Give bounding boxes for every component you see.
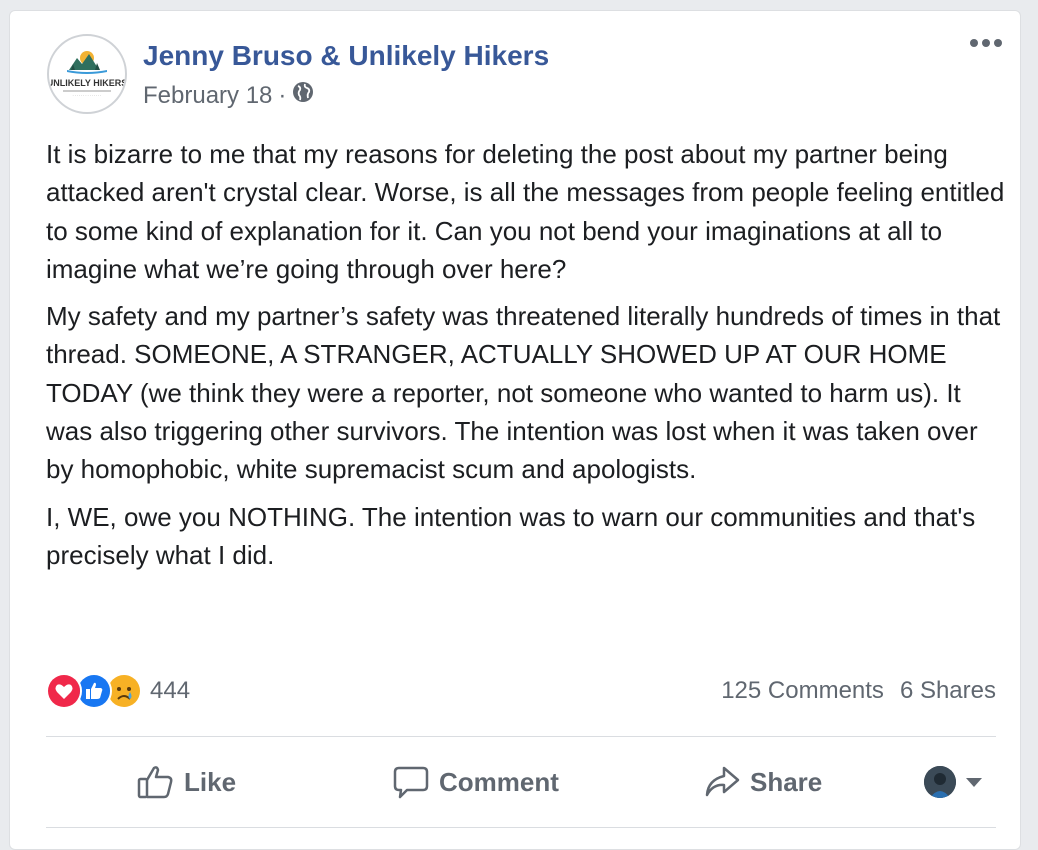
post-paragraph: My safety and my partner’s safety was th… (46, 301, 1001, 485)
user-avatar (924, 766, 956, 798)
like-label: Like (184, 766, 237, 797)
globe-icon[interactable] (292, 81, 314, 110)
share-icon (705, 766, 740, 797)
divider (46, 736, 996, 737)
comment-label: Comment (439, 766, 559, 797)
comment-icon (393, 766, 429, 799)
more-options-button[interactable] (970, 39, 1002, 47)
reactions-summary[interactable]: 444 (46, 673, 190, 709)
love-reaction-icon (46, 673, 82, 709)
share-button[interactable]: Share (704, 765, 822, 799)
thumbs-up-icon (137, 766, 173, 799)
post-paragraph: It is bizarre to me that my reasons for … (46, 139, 1005, 284)
svg-text:UNLIKELY HIKERS: UNLIKELY HIKERS (49, 78, 125, 88)
share-label: Share (750, 766, 823, 797)
svg-text:· · · · · · · · · · · · · ·: · · · · · · · · · · · · · · (73, 94, 102, 98)
like-button[interactable]: Like (136, 764, 236, 800)
post-body: It is bizarre to me that my reasons for … (46, 135, 1006, 583)
post-date[interactable]: February 18 (143, 82, 272, 110)
comment-button[interactable]: Comment (393, 764, 559, 800)
shares-count[interactable]: 6 Shares (900, 677, 996, 705)
reaction-count[interactable]: 444 (150, 677, 190, 705)
meta-separator: · (278, 81, 287, 109)
post-meta: February 18 · (143, 81, 314, 110)
stats-right: 125 Comments 6 Shares (721, 677, 996, 705)
chevron-down-icon (966, 777, 982, 787)
comments-count[interactable]: 125 Comments (721, 677, 884, 705)
more-dot (994, 39, 1002, 47)
page-avatar[interactable]: UNLIKELY HIKERS · · · · · · · · · · · · … (47, 34, 127, 114)
post-card: UNLIKELY HIKERS · · · · · · · · · · · · … (9, 10, 1021, 850)
post-author[interactable]: Jenny Bruso & Unlikely Hikers (143, 40, 549, 72)
more-dot (982, 39, 990, 47)
unlikely-hikers-logo: UNLIKELY HIKERS · · · · · · · · · · · · … (49, 51, 125, 98)
post-stats: 444 125 Comments 6 Shares (46, 672, 996, 710)
divider (46, 827, 996, 828)
more-dot (970, 39, 978, 47)
post-actions: Like Comment Share (46, 751, 996, 813)
reaction-as-selector[interactable] (924, 766, 982, 798)
post-paragraph: I, WE, owe you NOTHING. The intention wa… (46, 501, 976, 570)
